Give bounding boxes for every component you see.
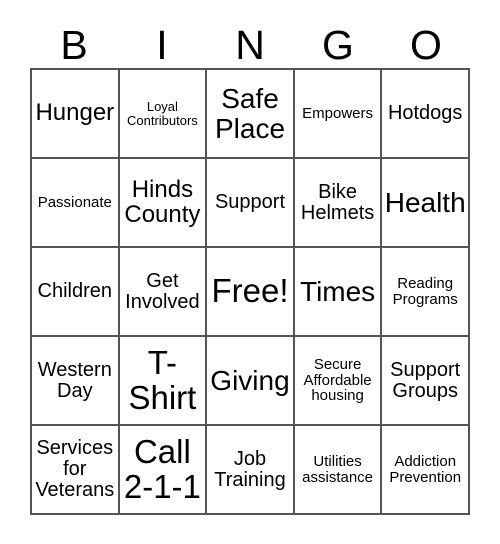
bingo-cell[interactable]: Addiction Prevention: [382, 426, 470, 515]
bingo-cell[interactable]: Bike Helmets: [294, 159, 383, 248]
bingo-cell-label: Get Involved: [125, 269, 200, 313]
bingo-cell-label: Support Groups: [390, 358, 461, 402]
bingo-cell-label: Free!: [211, 272, 289, 310]
bingo-cell[interactable]: Loyal Contributors: [119, 70, 208, 159]
bingo-cell-label: Call 2-1-1: [123, 433, 201, 505]
bingo-cell[interactable]: T- Shirt: [119, 337, 208, 426]
bingo-cell-free-space[interactable]: Free!: [207, 248, 295, 337]
bingo-header-letter-i: I: [156, 21, 168, 68]
bingo-cell-label: Children: [37, 280, 113, 303]
bingo-cell-label: Reading Programs: [392, 274, 458, 308]
bingo-grid: Hunger Loyal Contributors Safe Place Empowe…: [30, 68, 470, 515]
bingo-cell-label: T- Shirt: [128, 344, 197, 416]
bingo-cell-label: Bike Helmets: [300, 180, 375, 224]
bingo-card: B I N G O Hunger Loyal Contributors Safe P…: [0, 0, 500, 544]
bingo-header-row: B I N G O: [30, 22, 470, 68]
bingo-cell[interactable]: Hinds County: [119, 159, 208, 248]
bingo-cell[interactable]: Support: [207, 159, 295, 248]
bingo-cell[interactable]: Children: [32, 248, 120, 337]
bingo-cell-label: Empowers: [302, 104, 374, 122]
bingo-cell[interactable]: Health: [382, 159, 470, 248]
bingo-cell-label: Safe Place: [214, 83, 286, 144]
bingo-cell[interactable]: Times: [294, 248, 383, 337]
bingo-header-letter-g: G: [322, 21, 354, 68]
bingo-cell[interactable]: Safe Place: [207, 70, 295, 159]
bingo-cell[interactable]: Services for Veterans: [32, 426, 120, 515]
bingo-cell[interactable]: Job Training: [207, 426, 295, 515]
bingo-cell-label: Secure Affordable housing: [303, 356, 372, 405]
bingo-cell[interactable]: Get Involved: [119, 248, 208, 337]
bingo-cell-label: Hotdogs: [387, 102, 463, 125]
bingo-cell[interactable]: Support Groups: [382, 337, 470, 426]
bingo-cell[interactable]: Secure Affordable housing: [294, 337, 383, 426]
bingo-cell-label: Hunger: [35, 99, 115, 127]
bingo-cell[interactable]: Reading Programs: [382, 248, 470, 337]
bingo-cell-label: Giving: [210, 364, 290, 396]
bingo-cell[interactable]: Western Day: [32, 337, 120, 426]
bingo-cell-label: Utilities assistance: [302, 452, 374, 486]
bingo-header-letter-o: O: [410, 21, 442, 68]
bingo-cell-label: Times: [300, 275, 376, 307]
bingo-cell-label: Loyal Contributors: [126, 98, 198, 128]
bingo-cell[interactable]: Passionate: [32, 159, 120, 248]
bingo-cell[interactable]: Empowers: [294, 70, 383, 159]
bingo-cell-label: Job Training: [214, 447, 286, 491]
bingo-cell[interactable]: Hunger: [32, 70, 120, 159]
bingo-cell[interactable]: Call 2-1-1: [119, 426, 208, 515]
bingo-header-letter-b: B: [60, 21, 88, 68]
bingo-cell-label: Health: [384, 186, 466, 218]
bingo-cell-label: Addiction Prevention: [389, 452, 462, 486]
bingo-cell-label: Western Day: [37, 358, 112, 402]
bingo-header-letter-n: N: [235, 21, 265, 68]
bingo-cell[interactable]: Hotdogs: [382, 70, 470, 159]
bingo-cell-label: Hinds County: [124, 175, 201, 228]
bingo-cell-label: Support: [214, 191, 286, 214]
bingo-cell-label: Passionate: [37, 193, 112, 211]
bingo-cell[interactable]: Utilities assistance: [294, 426, 383, 515]
bingo-cell-label: Services for Veterans: [35, 437, 115, 501]
bingo-cell[interactable]: Giving: [207, 337, 295, 426]
